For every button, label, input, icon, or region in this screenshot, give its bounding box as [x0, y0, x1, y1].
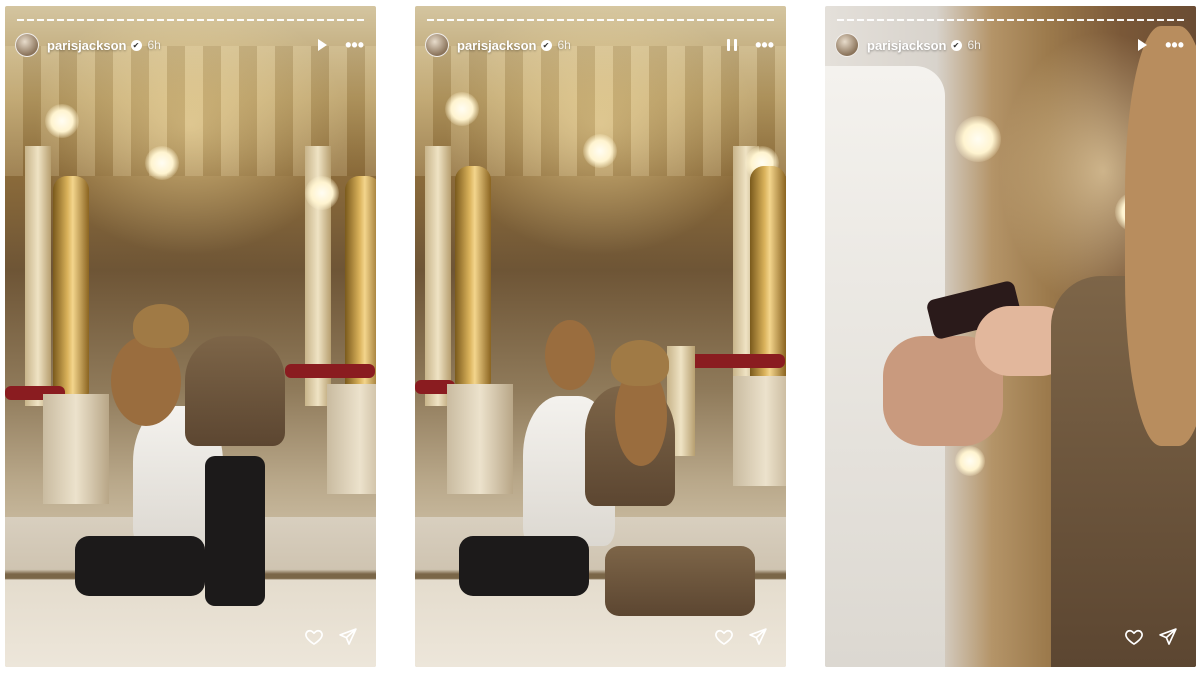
send-icon[interactable] — [338, 627, 358, 647]
story-photo — [5, 6, 376, 667]
red-railing — [685, 354, 785, 368]
hair — [1125, 26, 1196, 446]
username[interactable]: parisjackson — [47, 38, 127, 53]
story-progress-bar — [427, 19, 774, 21]
boots — [605, 546, 755, 616]
heart-icon[interactable] — [304, 627, 324, 647]
marble-pedestal — [733, 376, 786, 486]
username[interactable]: parisjackson — [457, 38, 537, 53]
send-icon[interactable] — [1158, 627, 1178, 647]
heart-icon[interactable] — [1124, 627, 1144, 647]
chandelier-light — [305, 176, 339, 210]
gold-lamp-stand — [750, 166, 786, 386]
chandelier-light — [45, 104, 79, 138]
marble-pedestal — [327, 384, 376, 494]
gold-lamp-stand — [53, 176, 89, 396]
send-icon[interactable] — [748, 627, 768, 647]
kneeling-legs — [75, 536, 205, 596]
red-railing — [285, 364, 375, 378]
kneeling-legs — [459, 536, 589, 596]
story-footer — [714, 627, 768, 647]
story-photo — [415, 6, 786, 667]
play-icon[interactable] — [1138, 39, 1148, 51]
bokeh-light — [955, 116, 1001, 162]
story-header: parisjackson ✔ 6h ••• — [425, 32, 774, 58]
story-header: parisjackson ✔ 6h ••• — [15, 32, 364, 58]
gold-lamp-stand — [345, 176, 376, 396]
beret-hat — [133, 304, 189, 348]
story-photo — [825, 6, 1196, 667]
verified-badge-icon: ✔ — [950, 39, 962, 51]
story-header: parisjackson ✔ 6h ••• — [835, 32, 1184, 58]
hair — [111, 336, 181, 426]
woman-figure — [185, 336, 285, 446]
story-progress-bar — [17, 19, 364, 21]
verified-badge-icon: ✔ — [130, 39, 142, 51]
boots — [205, 456, 265, 606]
chandelier-light — [445, 92, 479, 126]
post-time: 6h — [147, 38, 161, 52]
more-options-icon[interactable]: ••• — [755, 36, 774, 54]
pause-icon[interactable] — [727, 39, 738, 51]
hair — [545, 320, 595, 390]
gold-lamp-stand — [455, 166, 491, 386]
column — [25, 146, 51, 406]
story-card[interactable]: parisjackson ✔ 6h ••• — [5, 6, 376, 667]
marble-pedestal — [43, 394, 109, 504]
chandelier-light — [583, 134, 617, 168]
heart-icon[interactable] — [714, 627, 734, 647]
story-footer — [1124, 627, 1178, 647]
post-time: 6h — [967, 38, 981, 52]
bokeh-light — [955, 446, 985, 476]
verified-badge-icon: ✔ — [540, 39, 552, 51]
story-footer — [304, 627, 358, 647]
more-options-icon[interactable]: ••• — [1165, 36, 1184, 54]
marble-pedestal — [447, 384, 513, 494]
beret-hat — [611, 340, 669, 386]
play-icon[interactable] — [318, 39, 328, 51]
post-time: 6h — [557, 38, 571, 52]
column — [425, 146, 451, 406]
avatar[interactable] — [15, 33, 39, 57]
username[interactable]: parisjackson — [867, 38, 947, 53]
chandelier-light — [145, 146, 179, 180]
more-options-icon[interactable]: ••• — [345, 36, 364, 54]
story-card[interactable]: parisjackson ✔ 6h ••• — [415, 6, 786, 667]
avatar[interactable] — [425, 33, 449, 57]
story-progress-bar — [837, 19, 1184, 21]
avatar[interactable] — [835, 33, 859, 57]
story-card[interactable]: parisjackson ✔ 6h ••• — [825, 6, 1196, 667]
